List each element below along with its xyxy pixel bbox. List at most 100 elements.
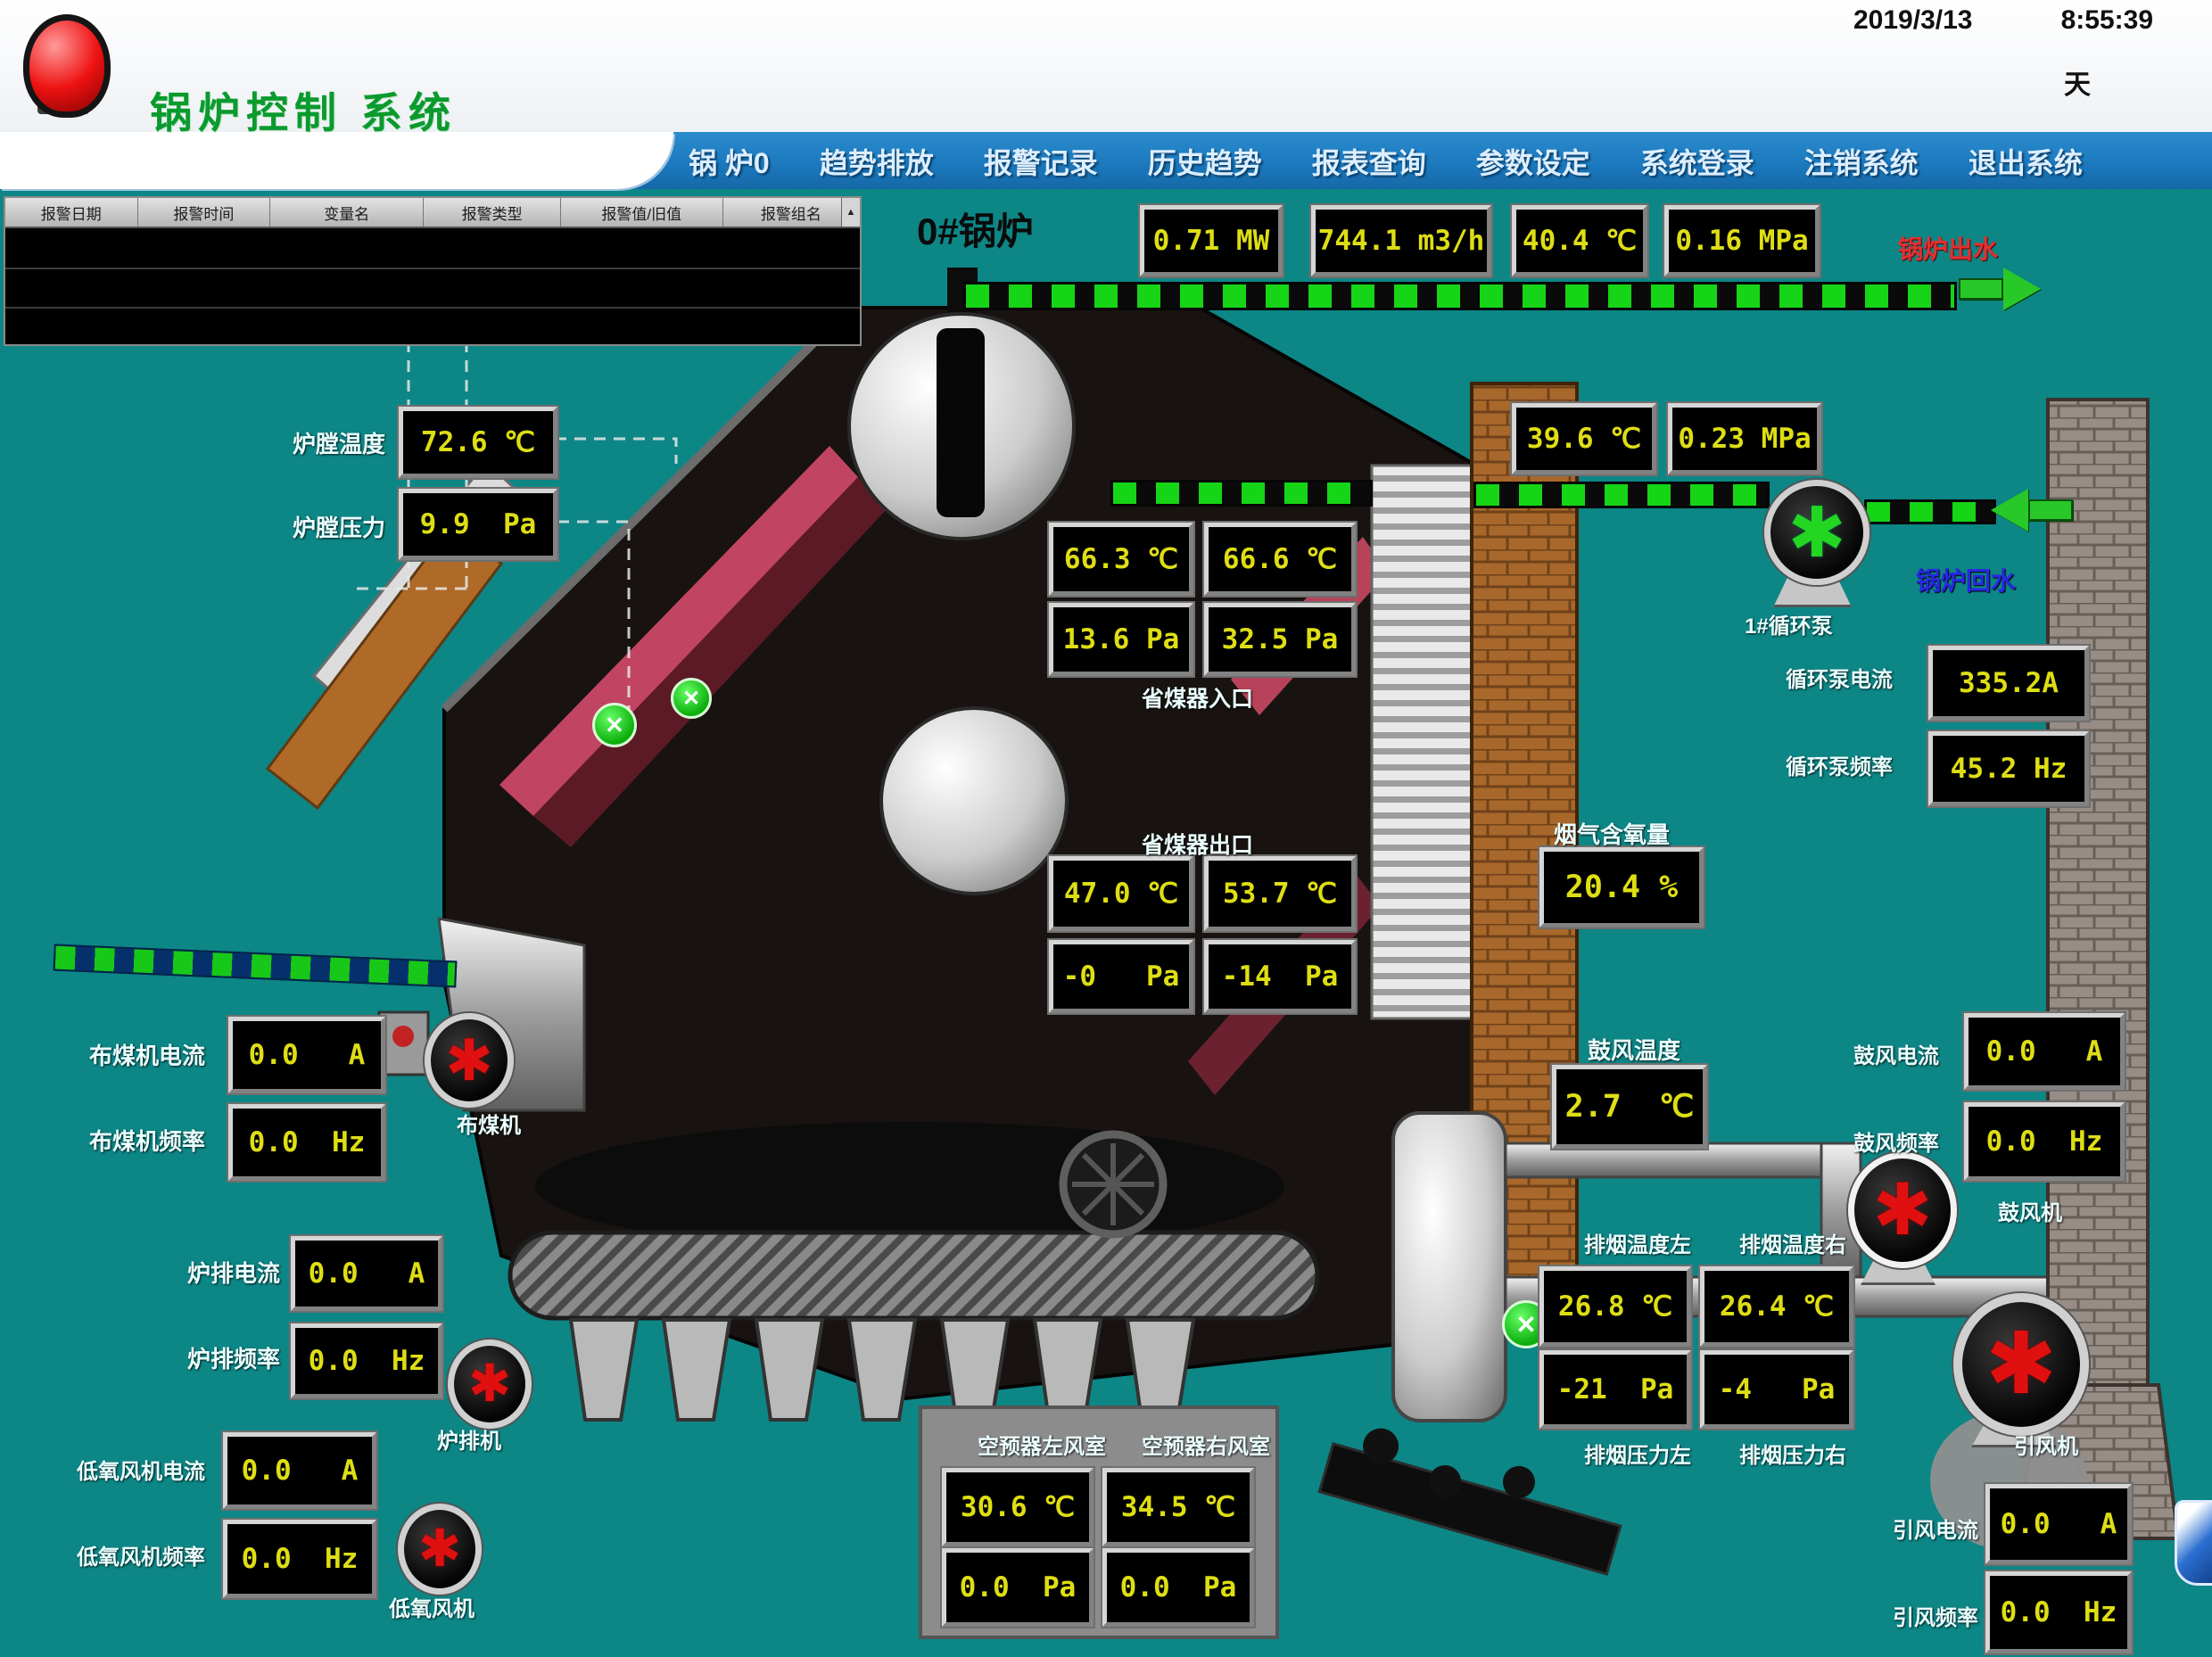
circ-pump-freq-value: 45.2 Hz [1928,731,2089,806]
preheater-right-press: 0.0 Pa [1102,1548,1254,1627]
return-press-value: 0.23 MPa [1668,403,1821,474]
alarm-row-divider [5,268,860,269]
eco-outlet-press-left: -0 Pa [1049,940,1193,1013]
blast-freq-value: 0.0 Hz [1964,1102,2125,1181]
alarm-col-type[interactable]: 报警类型 [424,198,560,227]
nav-item-trend-emission[interactable]: 趋势排放 [820,141,934,182]
preheater-right-label: 空预器右风室 [1142,1429,1270,1460]
nav-item-boiler0[interactable]: 锅 炉0 [689,141,770,182]
return-pipe-a [1110,480,1373,507]
date-text: 2019/3/13 [1853,5,1972,36]
induced-fan-icon[interactable]: ✱ [1953,1293,2089,1436]
exhaust-press-right-label: 排烟压力右 [1739,1438,1846,1469]
preheater-right-temp: 34.5 ℃ [1102,1468,1254,1546]
eco-inlet-press-right: 32.5 Pa [1204,603,1356,676]
nav-item-history-trend[interactable]: 历史趋势 [1148,141,1262,182]
blast-freq-label: 鼓风频率 [1853,1125,1939,1157]
low-o2-current-label: 低氧风机电流 [77,1454,205,1485]
grate-fan-icon[interactable]: ✱ [448,1340,532,1429]
exhaust-temp-right-value: 26.4 ℃ [1700,1266,1853,1347]
low-o2-fan-name: 低氧风机 [389,1591,475,1622]
alarm-table-header: 报警日期 报警时间 变量名 报警类型 报警值/旧值 报警组名 [5,198,860,228]
circulating-pump-icon[interactable]: ✱ [1764,480,1869,585]
coal-feeder-fan-icon[interactable]: ✱ [425,1013,514,1108]
main-menu: 锅 炉0 趋势排放 报警记录 历史趋势 报表查询 参数设定 系统登录 注销系统 … [689,139,2083,184]
return-temp-value: 39.6 ℃ [1512,403,1656,474]
preheater-left-temp: 30.6 ℃ [942,1468,1094,1546]
exhaust-press-left-label: 排烟压力左 [1584,1438,1691,1469]
alarm-col-date[interactable]: 报警日期 [5,198,138,227]
damper-valve-icon[interactable]: ✕ [671,678,712,719]
o2-value: 20.4 % [1539,847,1704,927]
circ-pump-freq-label: 循环泵频率 [1786,749,1893,780]
coal-feeder-name: 布煤机 [457,1108,521,1139]
furnace-press-label: 炉膛压力 [293,510,385,543]
induced-current-value: 0.0 A [1985,1484,2132,1564]
blast-fan-icon[interactable]: ✱ [1848,1152,1957,1268]
boiler-power-value: 0.71 MW [1140,205,1283,276]
alarm-col-value[interactable]: 报警值/旧值 [561,198,723,227]
o2-label: 烟气含氧量 [1554,817,1670,850]
circulating-pump-label: 1#循环泵 [1745,608,1833,639]
outlet-water-label: 锅炉出水 [1898,230,1998,266]
nav-item-report-query[interactable]: 报表查询 [1312,141,1426,182]
boiler-name: 0#锅炉 [917,202,1034,256]
alarm-table: 报警日期 报警时间 变量名 报警类型 报警值/旧值 报警组名 ▲ [4,196,862,346]
low-o2-fan-icon[interactable]: ✱ [398,1504,482,1595]
low-o2-freq-label: 低氧风机频率 [77,1539,205,1570]
coal-feeder-current-value: 0.0 A [228,1017,385,1093]
economizer-column [1372,466,1472,1018]
weather-text: 天 [2064,62,2091,102]
alarm-col-group[interactable]: 报警组名 [723,198,860,227]
nav-item-logout[interactable]: 注销系统 [1804,141,1919,182]
blast-current-label: 鼓风电流 [1853,1038,1939,1069]
eco-outlet-label: 省煤器出口 [1142,828,1253,860]
nav-item-alarm-log[interactable]: 报警记录 [984,141,1098,182]
nav-item-param-setting[interactable]: 参数设定 [1476,141,1590,182]
grate-freq-value: 0.0 Hz [291,1323,442,1398]
eco-inlet-label: 省煤器入口 [1142,681,1253,713]
eco-outlet-press-right: -14 Pa [1204,940,1356,1013]
preheater-left-label: 空预器左风室 [978,1429,1106,1460]
return-water-label: 锅炉回水 [1916,562,2016,598]
exhaust-temp-right-label: 排烟温度右 [1739,1227,1846,1258]
grate-freq-label: 炉排频率 [187,1341,280,1374]
exhaust-press-left-value: -21 Pa [1539,1350,1691,1429]
vendor-logo [2175,1500,2212,1586]
preheater-left-press: 0.0 Pa [942,1548,1094,1627]
alarm-col-variable[interactable]: 变量名 [270,198,424,227]
grate-current-value: 0.0 A [291,1236,442,1311]
alarm-col-time[interactable]: 报警时间 [138,198,271,227]
induced-current-label: 引风电流 [1893,1513,1978,1544]
nav-item-system-login[interactable]: 系统登录 [1640,141,1754,182]
induced-freq-label: 引风频率 [1893,1600,1978,1631]
induced-freq-value: 0.0 Hz [1985,1571,2132,1653]
nav-item-exit[interactable]: 退出系统 [1969,141,2083,182]
coal-feeder-freq-label: 布煤机频率 [89,1124,205,1157]
header-curve [0,132,673,189]
exhaust-temp-left-value: 26.8 ℃ [1539,1266,1691,1347]
eco-inlet-temp-right: 66.6 ℃ [1204,523,1356,596]
return-pipe-b [1473,482,1770,508]
circ-pump-current-label: 循环泵电流 [1786,662,1893,693]
boiler-flow-value: 744.1 m3/h [1311,205,1491,276]
blast-fan-name: 鼓风机 [1998,1195,2062,1226]
alarm-lamp-icon [23,14,111,118]
return-arrow-icon [1991,489,2073,532]
circ-pump-current-value: 335.2A [1928,646,2089,721]
damper-valve-icon[interactable]: ✕ [592,703,637,747]
scroll-up-arrow[interactable]: ▲ [841,198,860,227]
coal-feeder-freq-value: 0.0 Hz [228,1104,385,1181]
grate-current-label: 炉排电流 [187,1256,280,1289]
eco-inlet-temp-left: 66.3 ℃ [1049,523,1193,596]
outlet-press-value: 0.16 MPa [1664,205,1820,276]
eco-inlet-press-left: 13.6 Pa [1049,603,1193,676]
eco-outlet-temp-left: 47.0 ℃ [1049,856,1193,931]
furnace-temp-label: 炉膛温度 [293,426,385,459]
blast-temp-label: 鼓风温度 [1588,1033,1680,1066]
grate-name: 炉排机 [437,1423,501,1455]
induced-fan-name: 引风机 [2014,1429,2078,1460]
furnace-temp-value: 72.6 ℃ [399,407,557,478]
boiler-hmi-screen: 锅炉控制 系统 2019/3/13 8:55:39 天 锅 炉0 趋势排放 报警… [0,0,2212,1657]
datetime: 2019/3/13 8:55:39 [1853,5,2153,36]
